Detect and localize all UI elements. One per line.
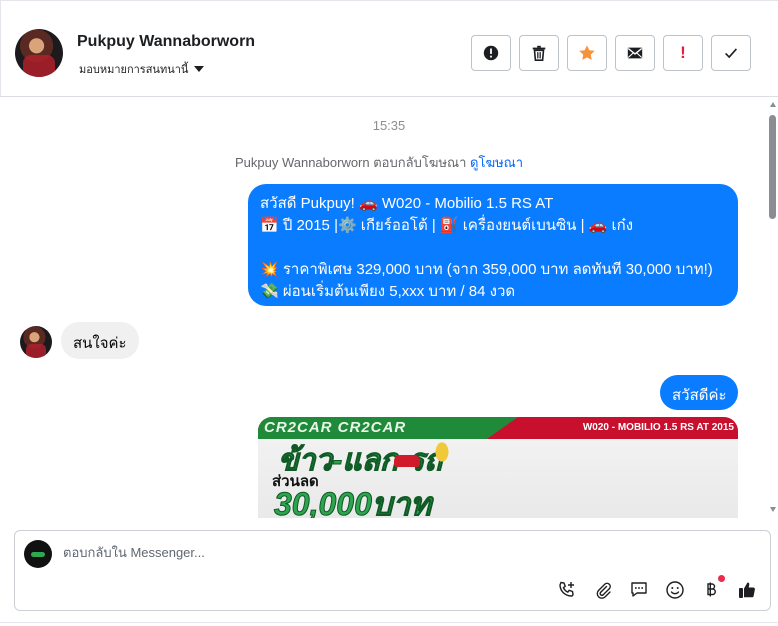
ad-image-attachment[interactable]: CR2CAR CR2CAR W020 - MOBILIO 1.5 RS AT 2… [258, 417, 738, 518]
star-button[interactable] [567, 35, 607, 71]
baht-icon [707, 582, 716, 597]
footer-divider [0, 622, 778, 623]
message-line: 💸 ผ่อนเริ่มต้นเพียง 5,xxx บาท / 84 งวด [260, 283, 516, 300]
reply-composer [14, 530, 771, 611]
paperclip-icon [596, 582, 611, 599]
spam-button[interactable] [471, 35, 511, 71]
view-ad-link[interactable]: ดูโฆษณา [470, 155, 523, 170]
delete-button[interactable] [519, 35, 559, 71]
follow-up-button[interactable]: ! [663, 35, 703, 71]
ad-reply-notice: Pukpuy Wannaborworn ตอบกลับโฆษณา ดูโฆษณา [0, 152, 758, 173]
phone-plus-icon [559, 581, 574, 597]
contact-avatar[interactable] [15, 29, 63, 77]
message-line: 💥 ราคาพิเศษ 329,000 บาท (จาก 359,000 บาท… [260, 261, 713, 278]
smile-icon [666, 581, 684, 599]
composer-toolbar [556, 575, 758, 601]
ad-brand-text: CR2CAR CR2CAR [264, 419, 407, 436]
assign-label: มอบหมายการสนทนานี้ [79, 64, 189, 76]
mark-unread-button[interactable] [615, 35, 655, 71]
car-icon [394, 455, 420, 467]
notification-dot [718, 575, 725, 582]
conversation-actions: ! [471, 35, 751, 71]
alert-circle-icon [483, 45, 499, 61]
page-avatar [24, 540, 52, 568]
incoming-message[interactable]: สนใจค่ะ [61, 322, 139, 359]
contact-name[interactable]: Pukpuy Wannaborworn [77, 33, 255, 51]
like-button[interactable] [736, 579, 758, 601]
outgoing-message[interactable]: สวัสดี Pukpuy! 🚗 W020 - Mobilio 1.5 RS A… [248, 184, 738, 306]
star-icon [579, 45, 595, 60]
reply-input[interactable] [63, 545, 663, 560]
scrollbar-thumb[interactable] [769, 115, 776, 219]
chat-bubble-icon [631, 582, 647, 597]
message-line: 📅 ปี 2015 |⚙️ เกียร์ออโต้ | ⛽ เครื่องยนต… [260, 217, 634, 234]
ad-reply-text: Pukpuy Wannaborworn ตอบกลับโฆษณา [234, 155, 467, 170]
contact-avatar-small[interactable] [20, 326, 52, 358]
payment-button[interactable] [700, 575, 725, 601]
ad-model-text: W020 - MOBILIO 1.5 RS AT 2015 [582, 422, 734, 433]
attach-button[interactable] [592, 579, 614, 601]
message-timestamp: 15:35 [372, 118, 406, 133]
outgoing-message[interactable]: สวัสดีค่ะ [660, 375, 738, 410]
saved-replies-button[interactable] [628, 579, 650, 601]
assign-conversation-dropdown[interactable]: มอบหมายการสนทนานี้ [79, 60, 205, 78]
message-line: สวัสดี Pukpuy! 🚗 W020 - Mobilio 1.5 RS A… [260, 195, 554, 212]
message-thread: 15:35 Pukpuy Wannaborworn ตอบกลับโฆษณา ด… [0, 97, 778, 518]
trash-icon [532, 45, 546, 62]
envelope-icon [627, 47, 643, 59]
thumbs-up-icon [739, 582, 755, 598]
check-icon [725, 48, 738, 59]
exclamation-icon: ! [680, 43, 686, 62]
emoji-button[interactable] [664, 579, 686, 601]
thread-scrollbar[interactable] [768, 97, 778, 518]
ad-discount-amount: 30,000บาท [273, 486, 432, 519]
done-button[interactable] [711, 35, 751, 71]
conversation-header: Pukpuy Wannaborworn มอบหมายการสนทนานี้ ! [0, 0, 778, 97]
call-button[interactable] [556, 579, 578, 601]
scroll-up-arrow-icon[interactable] [770, 102, 776, 107]
message-line [260, 237, 726, 259]
wheat-icon [432, 437, 452, 467]
scroll-down-arrow-icon[interactable] [770, 507, 776, 512]
caret-down-icon [194, 66, 205, 72]
